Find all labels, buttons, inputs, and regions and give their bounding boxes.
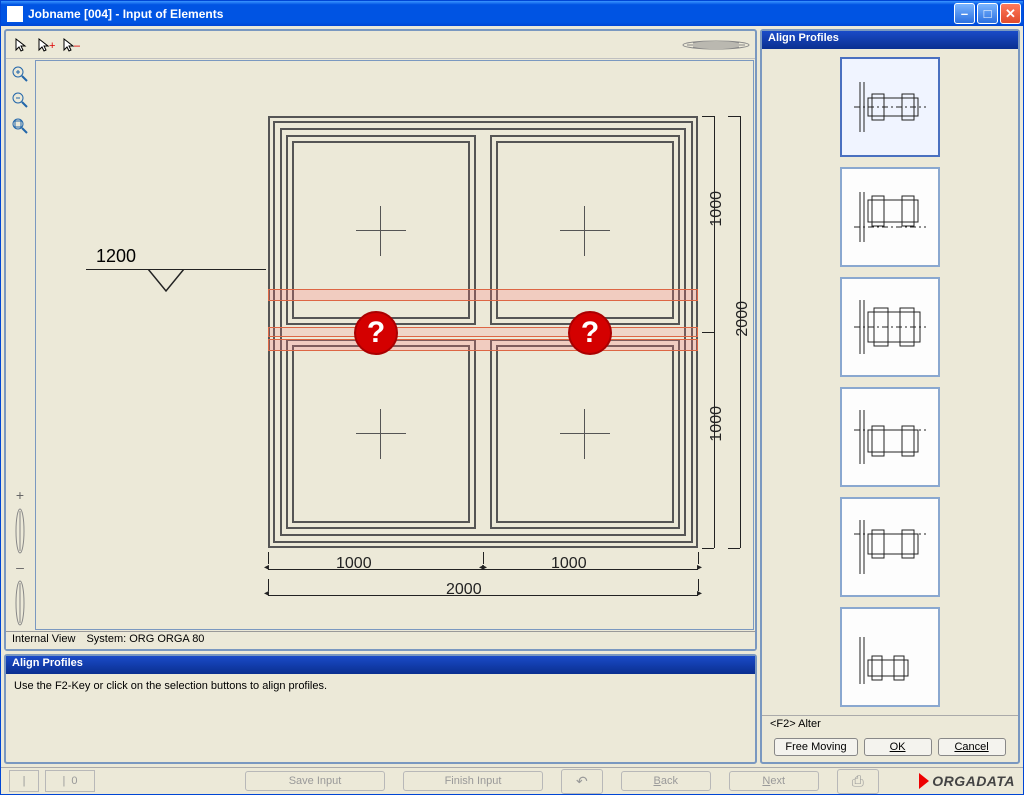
free-moving-button[interactable]: Free Moving	[774, 738, 857, 756]
level-triangle-icon	[146, 269, 186, 293]
status-box-2: | 0	[45, 770, 95, 792]
align-profiles-panel: Align Profiles	[760, 29, 1020, 764]
profile-icon-4	[846, 402, 934, 472]
highlight-mid	[268, 327, 698, 337]
vgrip2-icon[interactable]	[15, 579, 25, 627]
profile-icon-3	[846, 292, 934, 362]
print-button[interactable]: ⎙	[837, 769, 879, 794]
profile-icon-5	[846, 512, 934, 582]
right-panel-title: Align Profiles	[762, 31, 1018, 49]
left-toolbar: + –	[6, 59, 34, 631]
brand-logo: ORGADATA	[919, 773, 1015, 789]
drawing-canvas[interactable]: 1200	[35, 60, 754, 630]
svg-text:+: +	[49, 40, 55, 52]
dim-total-height: 2000	[734, 301, 752, 337]
info-panel-hint: Use the F2-Key or click on the selection…	[6, 674, 755, 698]
dim-half-width-2: 1000	[551, 555, 587, 573]
profile-option-5[interactable]	[840, 497, 940, 597]
close-button[interactable]: ✕	[1000, 3, 1021, 24]
pointer-remove-tool[interactable]: –	[60, 34, 82, 56]
print-icon: ⎙	[852, 773, 864, 790]
minimize-button[interactable]: –	[954, 3, 975, 24]
profile-icon-1	[846, 72, 934, 142]
dim-half-width-1: 1000	[336, 555, 372, 573]
remove-element-button[interactable]: –	[16, 559, 24, 575]
pointer-tool[interactable]	[10, 34, 32, 56]
view-label: Internal View	[12, 633, 75, 645]
cross-br	[560, 409, 610, 459]
cross-tl	[356, 206, 406, 256]
save-input-button[interactable]: Save Input	[245, 771, 385, 791]
f2-hint: <F2> Alter	[762, 715, 1018, 732]
zoom-fit-button[interactable]	[9, 115, 31, 137]
dim-half-height-2: 1000	[708, 406, 726, 442]
question-mark-right[interactable]: ?	[568, 311, 612, 355]
cancel-button[interactable]: Cancel	[938, 738, 1006, 756]
maximize-button[interactable]: □	[977, 3, 998, 24]
svg-text:–: –	[74, 38, 80, 52]
cursor-plus-icon: +	[37, 38, 55, 52]
profile-options-list	[762, 49, 1018, 715]
back-button[interactable]: Back	[621, 771, 711, 791]
zoom-in-icon	[12, 66, 28, 82]
level-value: 1200	[96, 246, 136, 267]
dim-half-height-1: 1000	[708, 191, 726, 227]
profile-icon-6	[846, 622, 934, 692]
cross-bl	[356, 409, 406, 459]
window-title: Jobname [004] - Input of Elements	[28, 7, 954, 21]
next-button[interactable]: Next	[729, 771, 819, 791]
cross-tr	[560, 206, 610, 256]
system-label: System: ORG ORGA 80	[86, 633, 204, 645]
view-info-bar: Internal View System: ORG ORGA 80	[6, 631, 755, 649]
highlight-upper	[268, 289, 698, 301]
profile-option-1[interactable]	[840, 57, 940, 157]
dim-line-half1	[268, 569, 483, 570]
undo-button[interactable]: ↶	[561, 769, 603, 794]
top-toolbar: + –	[6, 31, 755, 59]
pointer-add-tool[interactable]: +	[35, 34, 57, 56]
profile-option-2[interactable]	[840, 167, 940, 267]
app-icon	[7, 6, 23, 22]
drawing-panel: + – + –	[4, 29, 757, 651]
finish-input-button[interactable]: Finish Input	[403, 771, 543, 791]
titlebar: Jobname [004] - Input of Elements – □ ✕	[1, 1, 1023, 26]
profile-icon-2	[846, 182, 934, 252]
brand-triangle-icon	[919, 773, 929, 789]
add-element-button[interactable]: +	[16, 487, 24, 503]
cursor-minus-icon: –	[62, 38, 80, 52]
profile-option-4[interactable]	[840, 387, 940, 487]
dim-total-width: 2000	[446, 581, 482, 599]
info-panel: Align Profiles Use the F2-Key or click o…	[4, 654, 757, 764]
question-mark-left[interactable]: ?	[354, 311, 398, 355]
cursor-icon	[14, 38, 28, 52]
zoom-in-button[interactable]	[9, 63, 31, 85]
zoom-out-icon	[12, 92, 28, 108]
dim-line-half2	[483, 569, 698, 570]
grip-icon[interactable]	[681, 40, 751, 50]
highlight-lower	[268, 339, 698, 351]
vgrip-icon[interactable]	[15, 507, 25, 555]
ok-button[interactable]: OK	[864, 738, 932, 756]
status-box-1: |	[9, 770, 39, 792]
bottom-bar: | | 0 Save Input Finish Input ↶ Back Nex…	[1, 767, 1023, 794]
profile-option-6[interactable]	[840, 607, 940, 707]
zoom-out-button[interactable]	[9, 89, 31, 111]
info-panel-title: Align Profiles	[6, 656, 755, 674]
profile-option-3[interactable]	[840, 277, 940, 377]
dim-line-total-w	[268, 595, 698, 596]
zoom-fit-icon	[12, 118, 28, 134]
